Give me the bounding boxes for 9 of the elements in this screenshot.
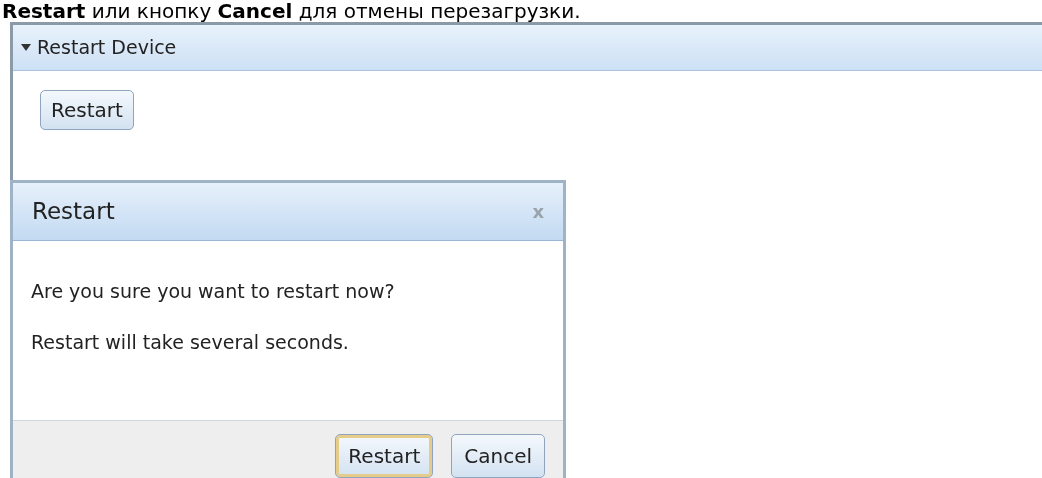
- panel-header[interactable]: Restart Device: [13, 25, 1042, 71]
- dialog-button[interactable]: Restart: [335, 433, 434, 478]
- dialog-button[interactable]: Cancel: [451, 433, 545, 478]
- restart-button[interactable]: Restart: [40, 90, 134, 130]
- dialog-title: Restart: [32, 197, 115, 227]
- dialog-message: Are you sure you want to restart now?: [31, 279, 396, 304]
- intro-text: Restart или кнопку Cancel для отмены перезагрузки.: [1, 0, 582, 22]
- dialog-message: Restart will take several seconds.: [31, 329, 350, 355]
- panel-title: Restart Device: [37, 35, 177, 61]
